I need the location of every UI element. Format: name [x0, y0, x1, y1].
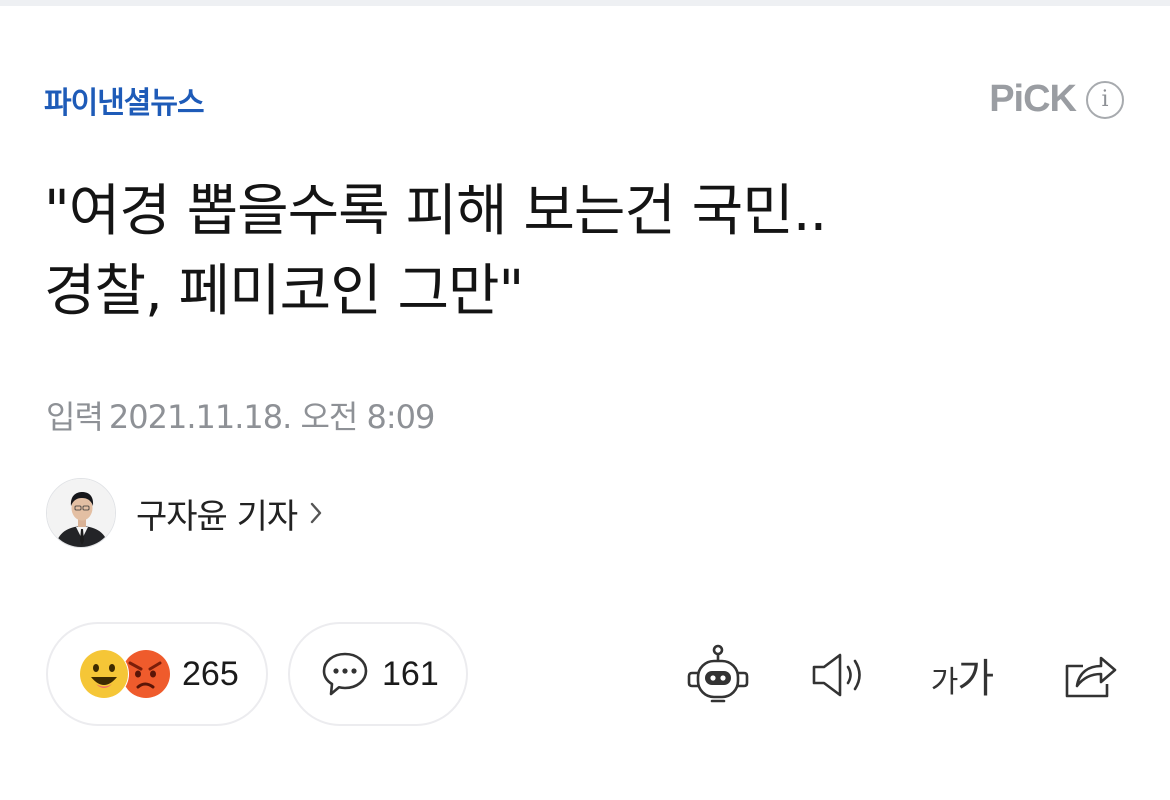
like-emoji-icon [79, 649, 129, 699]
comment-button[interactable]: 161 [288, 622, 468, 726]
speaker-icon [808, 650, 870, 700]
reporter-name: 구자윤 기자 [136, 496, 298, 537]
reporter-link[interactable]: 구자윤 기자 [46, 478, 323, 548]
article-headline: "여경 뽑을수록 피해 보는건 국민.. 경찰, 페미코인 그만" [44, 172, 1134, 332]
comment-bubble-icon [320, 650, 370, 698]
share-icon [1059, 648, 1119, 702]
avatar [46, 478, 116, 548]
date-value: 2021.11.18. 오전 8:09 [108, 398, 435, 436]
info-icon[interactable]: i [1086, 80, 1124, 119]
headline-line-2: 경찰, 페미코인 그만" [44, 259, 524, 324]
reaction-button[interactable]: 265 [46, 622, 268, 726]
summary-bot-button[interactable] [682, 635, 754, 715]
reaction-emojis [78, 648, 176, 700]
text-to-speech-button[interactable] [806, 635, 872, 715]
font-size-button[interactable]: 가가 [922, 635, 1002, 715]
font-size-large-label: 가 [957, 656, 994, 702]
reaction-count: 265 [182, 654, 239, 693]
press-logo-text: 파이낸셜뉴스 [44, 86, 205, 121]
font-size-small-label: 가 [930, 665, 959, 700]
press-logo[interactable]: 파이낸셜뉴스 [44, 80, 205, 121]
comment-count: 161 [382, 654, 439, 693]
top-divider [0, 0, 1170, 6]
share-button[interactable] [1054, 635, 1124, 715]
pick-label: PiCK [989, 78, 1077, 120]
date-label: 입력 [46, 398, 104, 436]
font-size-icon: 가가 [930, 646, 994, 704]
pick-badge: PiCK i [989, 78, 1124, 121]
summary-bot-icon [685, 643, 751, 707]
headline-line-1: "여경 뽑을수록 피해 보는건 국민.. [44, 179, 827, 244]
chevron-right-icon [309, 500, 323, 526]
angry-emoji-icon [122, 650, 170, 698]
publish-date: 입력 2021.11.18. 오전 8:09 [46, 392, 440, 438]
